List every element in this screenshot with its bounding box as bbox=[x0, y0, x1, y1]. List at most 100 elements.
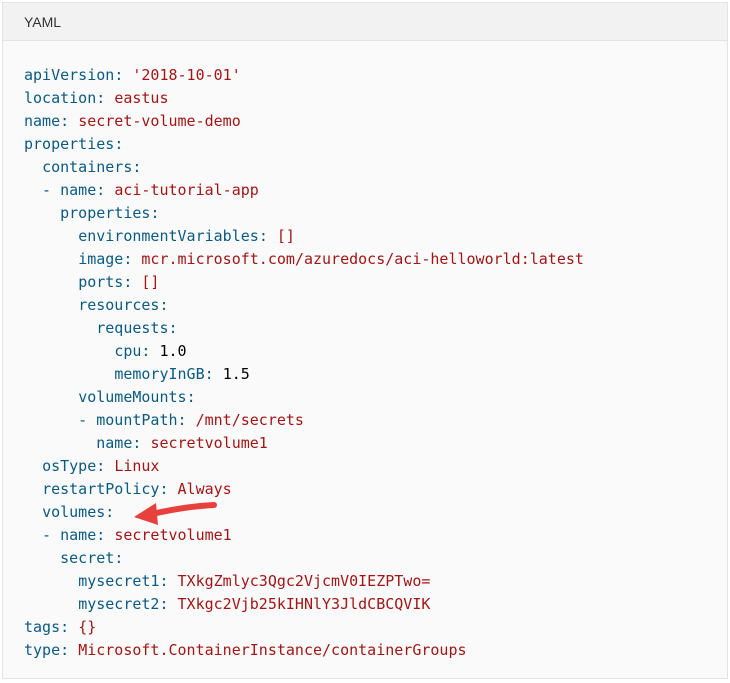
yaml-separator: : bbox=[60, 112, 79, 130]
code-line: containers: bbox=[24, 156, 584, 179]
yaml-separator: : bbox=[177, 411, 196, 429]
yaml-separator: : bbox=[168, 319, 178, 337]
yaml-key: cpu bbox=[114, 342, 142, 360]
yaml-separator: : bbox=[132, 158, 142, 176]
yaml-separator: : bbox=[105, 503, 115, 521]
code-line: type: Microsoft.ContainerInstance/contai… bbox=[24, 639, 584, 662]
yaml-separator: : bbox=[60, 618, 79, 636]
yaml-key: name bbox=[96, 434, 133, 452]
code-line: location: eastus bbox=[24, 87, 584, 110]
yaml-separator: : bbox=[114, 66, 133, 84]
code-line: mysecret2: TXkgc2Vjb25kIHNlY3JldCBCQVIK bbox=[24, 593, 584, 616]
yaml-value: '2018-10-01' bbox=[132, 66, 241, 84]
code-line: ports: [] bbox=[24, 271, 584, 294]
code-line: memoryInGB: 1.5 bbox=[24, 363, 584, 386]
code-indent: - bbox=[24, 181, 61, 199]
yaml-separator: : bbox=[60, 641, 79, 659]
yaml-value: Microsoft.ContainerInstance/containerGro… bbox=[78, 641, 467, 659]
yaml-separator: : bbox=[186, 388, 196, 406]
yaml-key: mysecret1 bbox=[78, 572, 160, 590]
yaml-separator: : bbox=[96, 526, 115, 544]
yaml-separator: : bbox=[96, 181, 115, 199]
yaml-separator: : bbox=[159, 296, 169, 314]
yaml-separator: : bbox=[114, 135, 124, 153]
yaml-key: properties bbox=[60, 204, 151, 222]
code-line: - name: secretvolume1 bbox=[24, 524, 584, 547]
yaml-key: volumes bbox=[42, 503, 106, 521]
yaml-separator: : bbox=[132, 434, 151, 452]
yaml-key: secret bbox=[60, 549, 115, 567]
yaml-key: name bbox=[60, 181, 97, 199]
yaml-key: tags bbox=[24, 618, 61, 636]
code-line: name: secret-volume-demo bbox=[24, 110, 584, 133]
yaml-key: image bbox=[78, 250, 124, 268]
yaml-key: containers bbox=[42, 158, 133, 176]
yaml-key: requests bbox=[96, 319, 169, 337]
yaml-value: secretvolume1 bbox=[114, 526, 232, 544]
yaml-value: Linux bbox=[114, 457, 160, 475]
yaml-value: TXkgZmlyc3Qgc2VjcmV0IEZPTwo= bbox=[177, 572, 431, 590]
yaml-key: ports bbox=[78, 273, 124, 291]
yaml-value: [] bbox=[141, 273, 160, 291]
code-line: mysecret1: TXkgZmlyc3Qgc2VjcmV0IEZPTwo= bbox=[24, 570, 584, 593]
code-line: tags: {} bbox=[24, 616, 584, 639]
code-line: restartPolicy: Always bbox=[24, 478, 584, 501]
code-line: - mountPath: /mnt/secrets bbox=[24, 409, 584, 432]
code-line: environmentVariables: [] bbox=[24, 225, 584, 248]
code-line: volumeMounts: bbox=[24, 386, 584, 409]
code-line: secret: bbox=[24, 547, 584, 570]
yaml-value: {} bbox=[78, 618, 97, 636]
yaml-key: environmentVariables bbox=[78, 227, 259, 245]
yaml-separator: : bbox=[123, 250, 142, 268]
yaml-value: aci-tutorial-app bbox=[114, 181, 259, 199]
code-line: osType: Linux bbox=[24, 455, 584, 478]
code-line: image: mcr.microsoft.com/azuredocs/aci-h… bbox=[24, 248, 584, 271]
yaml-key: location bbox=[24, 89, 97, 107]
code-line: properties: bbox=[24, 202, 584, 225]
yaml-key: type bbox=[24, 641, 61, 659]
yaml-value: mcr.microsoft.com/azuredocs/aci-hellowor… bbox=[141, 250, 584, 268]
code-content: apiVersion: '2018-10-01' location: eastus… bbox=[24, 64, 584, 662]
yaml-key: resources bbox=[78, 296, 160, 314]
code-line: apiVersion: '2018-10-01' bbox=[24, 64, 584, 87]
yaml-value: TXkgc2Vjb25kIHNlY3JldCBCQVIK bbox=[177, 595, 431, 613]
yaml-separator: : bbox=[150, 204, 160, 222]
code-line: requests: bbox=[24, 317, 584, 340]
code-indent: - bbox=[24, 526, 61, 544]
yaml-separator: : bbox=[159, 595, 178, 613]
yaml-separator: : bbox=[258, 227, 277, 245]
code-line: resources: bbox=[24, 294, 584, 317]
red-arrow-icon bbox=[134, 502, 217, 525]
yaml-key: properties bbox=[24, 135, 115, 153]
yaml-value: secret-volume-demo bbox=[78, 112, 241, 130]
code-line: volumes: bbox=[24, 501, 584, 524]
yaml-value: 1.5 bbox=[222, 365, 250, 383]
yaml-separator: : bbox=[204, 365, 223, 383]
code-line: - name: aci-tutorial-app bbox=[24, 179, 584, 202]
yaml-separator: : bbox=[96, 89, 115, 107]
yaml-value: 1.0 bbox=[159, 342, 187, 360]
yaml-value: [] bbox=[276, 227, 295, 245]
yaml-separator: : bbox=[159, 572, 178, 590]
language-label: YAML bbox=[24, 13, 62, 30]
code-header: YAML bbox=[3, 3, 727, 41]
yaml-separator: : bbox=[123, 273, 142, 291]
yaml-key: mountPath bbox=[96, 411, 178, 429]
code-block: YAML apiVersion: '2018-10-01' location: e… bbox=[2, 2, 728, 679]
yaml-key: apiVersion bbox=[24, 66, 115, 84]
